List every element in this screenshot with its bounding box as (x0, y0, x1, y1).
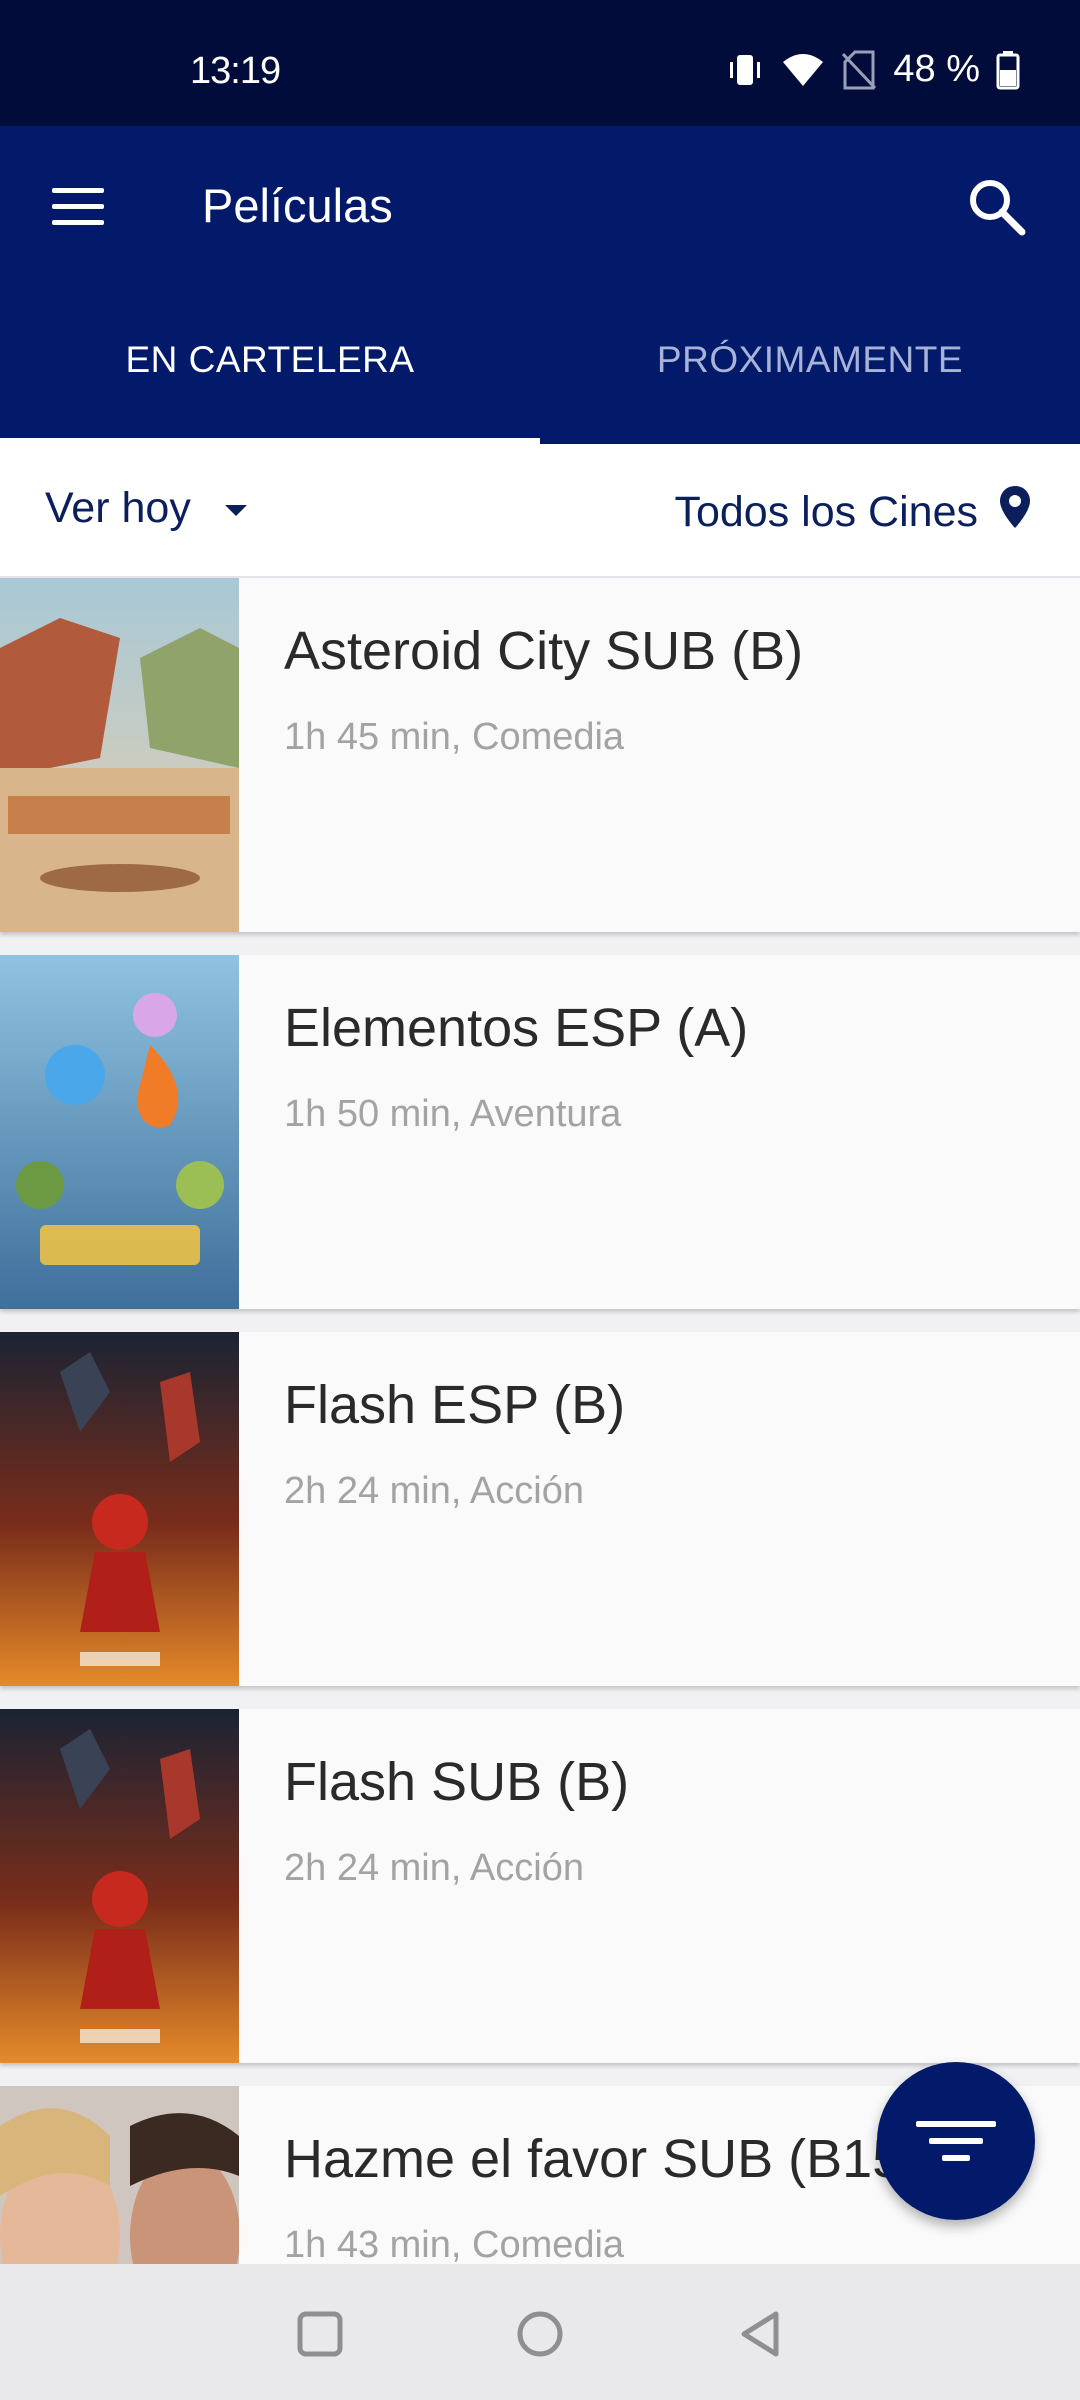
vibrate-icon (725, 50, 765, 90)
back-icon[interactable] (730, 2304, 790, 2364)
movie-title: Elementos ESP (A) (284, 998, 749, 1058)
cinema-selector[interactable]: Todos los Cines (674, 484, 1032, 541)
movie-title: Flash ESP (B) (284, 1375, 626, 1435)
menu-icon[interactable] (44, 176, 114, 238)
poster-asteroid-city (0, 578, 239, 932)
poster-flash-sub (0, 1709, 239, 2063)
status-bar: 13:19 48 % (0, 0, 1080, 126)
movie-meta: 2h 24 min, Acción (284, 1470, 584, 1512)
movie-card[interactable]: Elementos ESP (A) 1h 50 min, Aventura (0, 955, 1080, 1309)
app-bar: Películas (0, 126, 1080, 288)
filter-fab[interactable] (877, 2062, 1035, 2220)
tab-label: PRÓXIMAMENTE (656, 339, 964, 380)
poster-hazme-el-favor (0, 2086, 239, 2264)
tab-label: EN CARTELERA (125, 339, 415, 380)
page-title: Películas (202, 179, 393, 232)
status-time: 13:19 (190, 50, 281, 92)
app-screen: 13:19 48 % Películas EN CARTELERA PRÓXIM… (0, 0, 1080, 2400)
day-label: Ver hoy (45, 484, 191, 532)
recents-icon[interactable] (290, 2304, 350, 2364)
system-nav-bar (0, 2264, 1080, 2400)
movie-title: Hazme el favor SUB (B15) (284, 2129, 921, 2189)
battery-icon (996, 50, 1020, 90)
poster-flash-esp (0, 1332, 239, 1686)
filter-bar: Ver hoy Todos los Cines (0, 444, 1080, 578)
movie-title: Flash SUB (B) (284, 1752, 630, 1812)
dropdown-caret-icon (224, 505, 247, 516)
status-icons: 48 % (725, 48, 1020, 91)
home-icon[interactable] (510, 2304, 570, 2364)
no-sim-icon (841, 50, 877, 90)
tab-bar: EN CARTELERA PRÓXIMAMENTE (0, 288, 1080, 444)
movie-card[interactable]: Flash SUB (B) 2h 24 min, Acción (0, 1709, 1080, 2063)
movie-list: Asteroid City SUB (B) 1h 45 min, Comedia… (0, 578, 1080, 2264)
movie-meta: 1h 50 min, Aventura (284, 1093, 622, 1135)
movie-card[interactable]: Asteroid City SUB (B) 1h 45 min, Comedia (0, 578, 1080, 932)
movie-card[interactable]: Flash ESP (B) 2h 24 min, Acción (0, 1332, 1080, 1686)
tab-en-cartelera[interactable]: EN CARTELERA (0, 288, 540, 444)
search-icon[interactable] (962, 172, 1032, 242)
movie-meta: 1h 45 min, Comedia (284, 716, 625, 758)
poster-elementos (0, 955, 239, 1309)
tab-proximamente[interactable]: PRÓXIMAMENTE (540, 288, 1080, 444)
movie-title: Asteroid City SUB (B) (284, 621, 804, 681)
location-pin-icon (998, 484, 1032, 541)
battery-level: 48 % (893, 48, 980, 90)
wifi-icon (781, 50, 825, 90)
day-dropdown[interactable]: Ver hoy (45, 484, 247, 533)
movie-meta: 1h 43 min, Comedia (284, 2224, 625, 2264)
cinema-label: Todos los Cines (674, 488, 978, 536)
movie-meta: 2h 24 min, Acción (284, 1847, 584, 1889)
